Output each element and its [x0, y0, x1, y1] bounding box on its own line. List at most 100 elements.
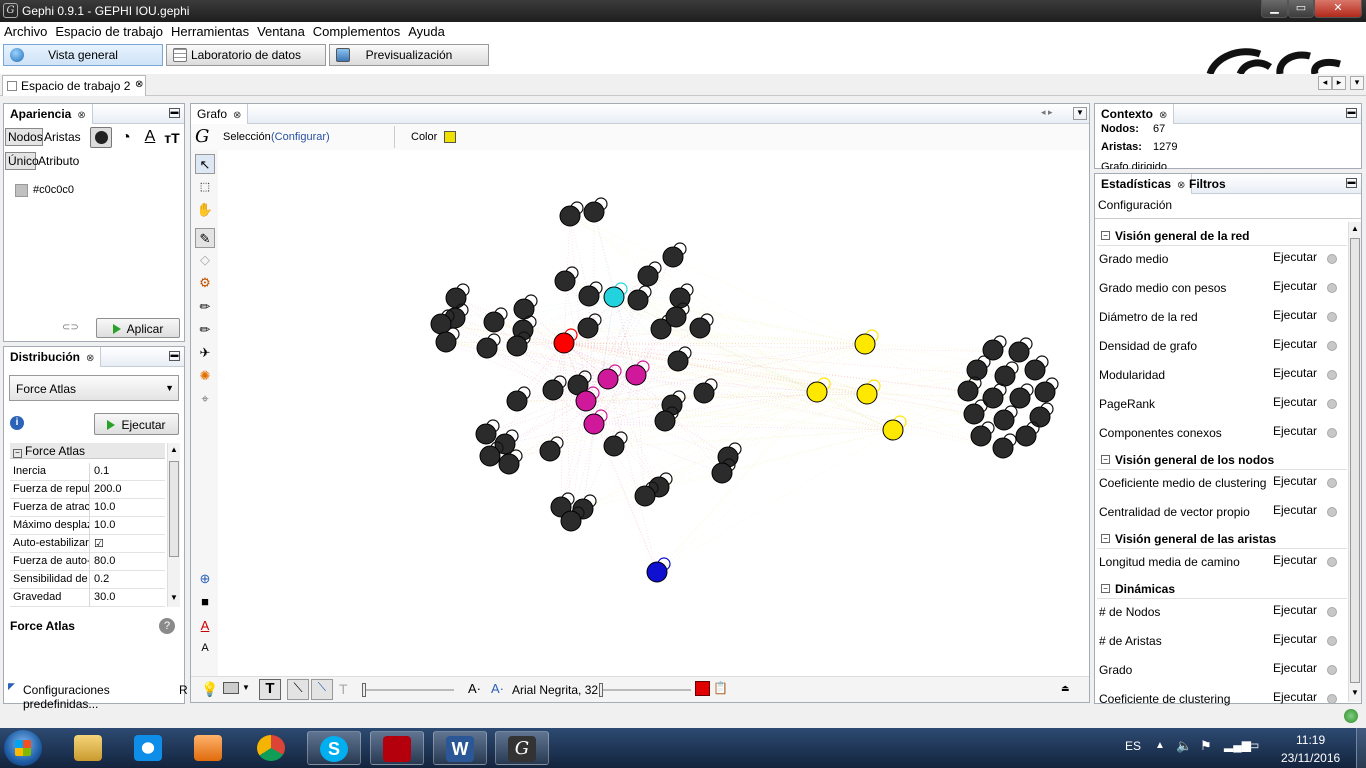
tray-expand-icon[interactable]: ▲: [1155, 740, 1165, 751]
language-indicator[interactable]: ES: [1125, 739, 1141, 753]
menu-ayuda[interactable]: Ayuda: [404, 22, 449, 41]
heat-map-icon[interactable]: ✺: [195, 366, 215, 386]
edit-icon[interactable]: ⌖: [195, 389, 215, 409]
data-lab-mode-button[interactable]: Laboratorio de datos: [166, 44, 326, 66]
dropdown-arrow-icon[interactable]: ▼: [242, 683, 250, 692]
property-row[interactable]: Gravedad 30.0: [10, 589, 165, 607]
graph-node[interactable]: [882, 419, 904, 441]
run-stat-button[interactable]: Ejecutar: [1273, 603, 1317, 617]
color-swatch-button[interactable]: [444, 131, 456, 143]
overview-mode-button[interactable]: Vista general: [3, 44, 163, 66]
statistics-scrollbar[interactable]: ▲ ▼: [1348, 222, 1361, 702]
graph-node[interactable]: [667, 350, 689, 372]
close-tab-icon[interactable]: ⊗: [1159, 110, 1167, 121]
graph-node[interactable]: [578, 285, 600, 307]
media-player-taskbar-icon[interactable]: [182, 731, 236, 765]
skype-taskbar-icon[interactable]: S: [307, 731, 361, 765]
graph-node[interactable]: [583, 201, 605, 223]
update-notification-icon[interactable]: [1344, 709, 1358, 723]
graph-node[interactable]: [957, 380, 979, 402]
show-labels-icon[interactable]: T: [259, 679, 281, 700]
stat-info-icon[interactable]: [1327, 557, 1337, 567]
graph-node[interactable]: [553, 332, 575, 354]
graph-node[interactable]: [634, 485, 656, 507]
graph-node[interactable]: [982, 387, 1004, 409]
filters-tab[interactable]: Filtros: [1183, 174, 1232, 194]
background-color-icon[interactable]: ■: [195, 592, 215, 612]
stat-info-icon[interactable]: [1327, 399, 1337, 409]
clock-time[interactable]: 11:19: [1296, 733, 1325, 747]
size-icon[interactable]: ◔: [116, 128, 136, 148]
acrobat-taskbar-icon[interactable]: [370, 731, 424, 765]
settings-link[interactable]: Configuración: [1098, 198, 1172, 212]
property-row[interactable]: Auto-estabilizar ☑: [10, 535, 165, 553]
font-icon[interactable]: A: [195, 638, 215, 658]
graph-node[interactable]: [854, 333, 876, 355]
minimize-panel-icon[interactable]: ▬: [1346, 108, 1357, 118]
property-value[interactable]: 80.0: [92, 553, 117, 569]
unique-tab[interactable]: Único: [5, 152, 39, 170]
graph-node[interactable]: [577, 317, 599, 339]
edge-pencil-icon[interactable]: ✏: [195, 320, 215, 340]
graph-node[interactable]: [1009, 387, 1031, 409]
expand-icon[interactable]: ⏏: [1061, 683, 1070, 694]
property-row[interactable]: Fuerza de auto-estabilización80.0: [10, 553, 165, 571]
graph-node[interactable]: [597, 368, 619, 390]
text-size-icon[interactable]: T: [339, 681, 348, 697]
apply-button[interactable]: Aplicar: [96, 318, 180, 338]
menu-ventana[interactable]: Ventana: [253, 22, 309, 41]
tab-list-icon[interactable]: ▾: [1350, 76, 1364, 90]
graph-node[interactable]: [583, 413, 605, 435]
stat-section-header[interactable]: − Visión general de las aristas: [1097, 529, 1347, 549]
run-stat-button[interactable]: Ejecutar: [1273, 661, 1317, 675]
gephi-taskbar-icon[interactable]: G: [495, 731, 549, 765]
volume-icon[interactable]: 🔈: [1176, 738, 1192, 754]
graph-node[interactable]: [603, 286, 625, 308]
painter-tool-icon[interactable]: ⚙: [195, 273, 215, 293]
run-stat-button[interactable]: Ejecutar: [1273, 503, 1317, 517]
menu-archivo[interactable]: Archivo: [0, 22, 51, 41]
graph-node[interactable]: [994, 365, 1016, 387]
workspace-tab[interactable]: Espacio de trabajo 2 ⊗: [2, 75, 146, 96]
graph-node[interactable]: [993, 409, 1015, 431]
run-stat-button[interactable]: Ejecutar: [1273, 250, 1317, 264]
presets-link[interactable]: Configuraciones predefinidas...: [23, 683, 184, 711]
scroll-left-icon[interactable]: ◂: [1318, 76, 1332, 90]
reset-link[interactable]: R: [179, 683, 188, 697]
font-color-icon[interactable]: A: [195, 616, 215, 636]
configure-link[interactable]: (Configurar): [271, 131, 330, 143]
screenshot-icon[interactable]: [223, 682, 239, 694]
graph-node[interactable]: [1024, 359, 1046, 381]
property-row[interactable]: Sensibilidad de auto-estabilización0.2: [10, 571, 165, 589]
menu-complementos[interactable]: Complementos: [309, 22, 404, 41]
link-icon[interactable]: ⊂⊃: [62, 322, 79, 333]
font-size-icon[interactable]: A·: [468, 681, 481, 696]
scroll-thumb[interactable]: [1350, 238, 1360, 683]
property-value[interactable]: 200.0: [92, 481, 124, 497]
layout-algorithm-select[interactable]: Force Atlas ▼: [9, 375, 179, 401]
graph-node[interactable]: [539, 440, 561, 462]
graph-node[interactable]: [445, 287, 467, 309]
graph-node[interactable]: [856, 383, 878, 405]
select-tool-icon[interactable]: ↖: [195, 154, 215, 174]
property-value[interactable]: 0.1: [92, 463, 111, 479]
clipboard-icon[interactable]: 📋: [713, 681, 728, 695]
scroll-right-icon[interactable]: ▸: [1332, 76, 1346, 90]
network-icon[interactable]: ▂▄▆: [1224, 738, 1251, 752]
preview-mode-button[interactable]: Previsualización: [329, 44, 489, 66]
stat-info-icon[interactable]: [1327, 428, 1337, 438]
run-stat-button[interactable]: Ejecutar: [1273, 424, 1317, 438]
graph-node[interactable]: [627, 289, 649, 311]
graph-node[interactable]: [654, 410, 676, 432]
font-label[interactable]: Arial Negrita, 32: [512, 683, 598, 697]
pencil-tool-icon[interactable]: ✏: [195, 297, 215, 317]
chrome-taskbar-icon[interactable]: [245, 731, 299, 765]
menu-herramientas[interactable]: Herramientas: [167, 22, 253, 41]
stat-section-header[interactable]: − Visión general de los nodos: [1097, 450, 1347, 470]
graph-node[interactable]: [435, 331, 457, 353]
color-palette-icon[interactable]: [90, 127, 112, 148]
properties-section[interactable]: − Force Atlas: [10, 443, 165, 459]
close-tab-icon[interactable]: ⊗: [86, 353, 94, 364]
nodes-tab[interactable]: Nodos: [5, 128, 43, 146]
graph-node[interactable]: [646, 561, 668, 583]
